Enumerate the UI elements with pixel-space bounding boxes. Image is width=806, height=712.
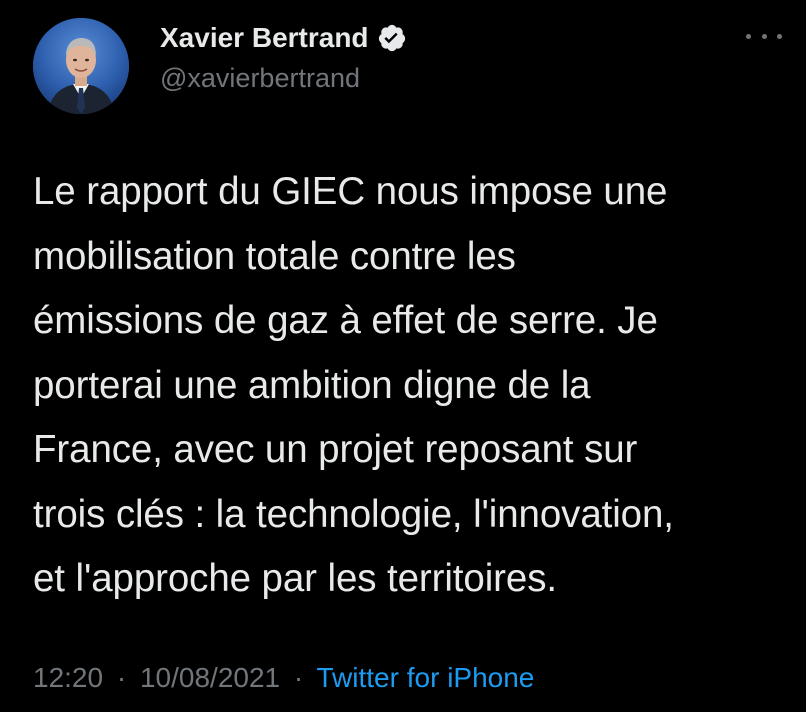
avatar[interactable] [33, 18, 129, 114]
more-options-button[interactable] [746, 26, 782, 46]
tweet-date[interactable]: 10/08/2021 [140, 662, 280, 693]
author-name-text: Xavier Bertrand [160, 22, 369, 53]
tweet-source-link[interactable]: Twitter for iPhone [317, 662, 535, 693]
meta-separator: · [293, 662, 304, 693]
more-dot-icon [746, 33, 751, 39]
verified-badge-icon [378, 24, 405, 52]
more-dot-icon [761, 33, 767, 39]
tweet-card: Xavier Bertrand @xavierbertrand Le rappo… [0, 0, 806, 712]
more-dot-icon [777, 33, 782, 39]
author-display-name[interactable]: Xavier Bertrand [160, 20, 407, 56]
tweet-meta: 12:20 · 10/08/2021 · Twitter for iPhone [33, 658, 534, 698]
tweet-text: Le rapport du GIEC nous impose une mobil… [33, 170, 674, 600]
meta-separator: · [116, 662, 127, 693]
avatar-photo-icon [33, 18, 129, 114]
author-handle[interactable]: @xavierbertrand [160, 60, 360, 96]
tweet-time[interactable]: 12:20 [33, 662, 103, 693]
